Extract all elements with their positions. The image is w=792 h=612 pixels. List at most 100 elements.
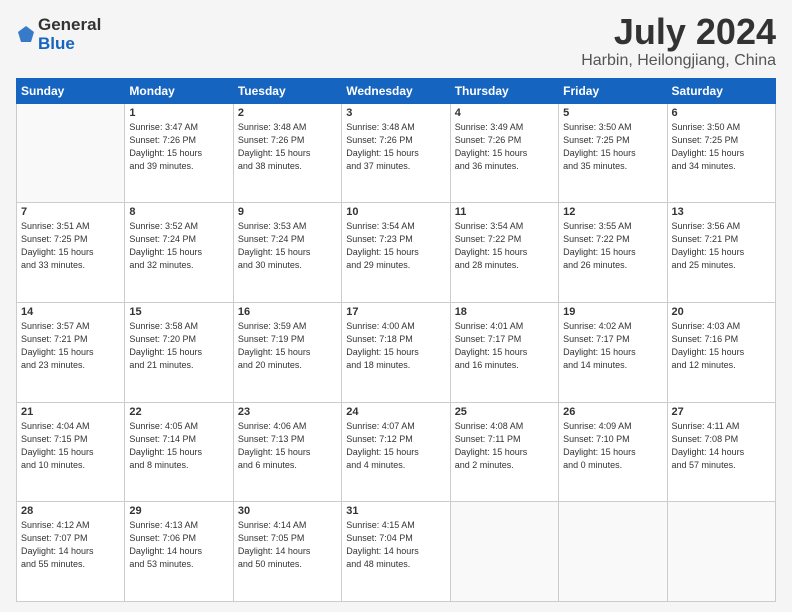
calendar-cell: 30 Sunrise: 4:14 AMSunset: 7:05 PMDayligh… — [233, 502, 341, 602]
weekday-header-monday: Monday — [125, 78, 233, 103]
calendar-cell: 10 Sunrise: 3:54 AMSunset: 7:23 PMDayligh… — [342, 203, 450, 303]
calendar-cell: 28 Sunrise: 4:12 AMSunset: 7:07 PMDayligh… — [17, 502, 125, 602]
day-info: Sunrise: 4:11 AMSunset: 7:08 PMDaylight:… — [672, 420, 771, 472]
calendar-cell: 3 Sunrise: 3:48 AMSunset: 7:26 PMDaylight… — [342, 103, 450, 203]
calendar-cell: 8 Sunrise: 3:52 AMSunset: 7:24 PMDaylight… — [125, 203, 233, 303]
day-number: 13 — [672, 206, 771, 218]
calendar-cell — [667, 502, 775, 602]
day-info: Sunrise: 4:01 AMSunset: 7:17 PMDaylight:… — [455, 320, 554, 372]
day-info: Sunrise: 3:48 AMSunset: 7:26 PMDaylight:… — [346, 121, 445, 173]
calendar-cell: 7Sunrise: 3:51 AMSunset: 7:25 PMDaylight… — [17, 203, 125, 303]
logo-general: General — [38, 16, 101, 35]
day-info: Sunrise: 4:04 AMSunset: 7:15 PMDaylight:… — [21, 420, 120, 472]
week-row-1: 1Sunrise: 3:47 AMSunset: 7:26 PMDaylight… — [17, 103, 776, 203]
weekday-header-friday: Friday — [559, 78, 667, 103]
day-number: 6 — [672, 107, 771, 119]
day-number: 10 — [346, 206, 445, 218]
calendar-cell: 2Sunrise: 3:48 AMSunset: 7:26 PMDaylight… — [233, 103, 341, 203]
day-info: Sunrise: 4:08 AMSunset: 7:11 PMDaylight:… — [455, 420, 554, 472]
day-info: Sunrise: 4:06 AMSunset: 7:13 PMDaylight:… — [238, 420, 337, 472]
calendar-cell: 29 Sunrise: 4:13 AMSunset: 7:06 PMDayligh… — [125, 502, 233, 602]
day-info: Sunrise: 3:49 AMSunset: 7:26 PMDaylight:… — [455, 121, 554, 173]
calendar-cell: 16 Sunrise: 3:59 AMSunset: 7:19 PMDayligh… — [233, 302, 341, 402]
week-row-3: 14 Sunrise: 3:57 AMSunset: 7:21 PMDayligh… — [17, 302, 776, 402]
calendar-cell: 26 Sunrise: 4:09 AMSunset: 7:10 PMDayligh… — [559, 402, 667, 502]
day-number: 18 — [455, 306, 554, 318]
day-number: 23 — [238, 406, 337, 418]
calendar-cell: 4 Sunrise: 3:49 AMSunset: 7:26 PMDaylight… — [450, 103, 558, 203]
week-row-4: 21 Sunrise: 4:04 AMSunset: 7:15 PMDayligh… — [17, 402, 776, 502]
day-number: 14 — [21, 306, 120, 318]
day-number: 21 — [21, 406, 120, 418]
day-number: 8 — [129, 206, 228, 218]
calendar-cell: 5 Sunrise: 3:50 AMSunset: 7:25 PMDaylight… — [559, 103, 667, 203]
day-number: 31 — [346, 505, 445, 517]
day-info: Sunrise: 3:54 AMSunset: 7:22 PMDaylight:… — [455, 220, 554, 272]
week-row-5: 28 Sunrise: 4:12 AMSunset: 7:07 PMDayligh… — [17, 502, 776, 602]
day-info: Sunrise: 4:05 AMSunset: 7:14 PMDaylight:… — [129, 420, 228, 472]
day-number: 3 — [346, 107, 445, 119]
calendar-cell: 20Sunrise: 4:03 AMSunset: 7:16 PMDayligh… — [667, 302, 775, 402]
day-info: Sunrise: 3:59 AMSunset: 7:19 PMDaylight:… — [238, 320, 337, 372]
day-info: Sunrise: 4:14 AMSunset: 7:05 PMDaylight:… — [238, 519, 337, 571]
day-info: Sunrise: 4:02 AMSunset: 7:17 PMDaylight:… — [563, 320, 662, 372]
calendar-cell: 17 Sunrise: 4:00 AMSunset: 7:18 PMDayligh… — [342, 302, 450, 402]
calendar-cell: 23 Sunrise: 4:06 AMSunset: 7:13 PMDayligh… — [233, 402, 341, 502]
location-title: Harbin, Heilongjiang, China — [581, 52, 776, 70]
calendar-cell: 27Sunrise: 4:11 AMSunset: 7:08 PMDayligh… — [667, 402, 775, 502]
calendar-cell — [450, 502, 558, 602]
day-info: Sunrise: 4:12 AMSunset: 7:07 PMDaylight:… — [21, 519, 120, 571]
day-number: 29 — [129, 505, 228, 517]
day-number: 11 — [455, 206, 554, 218]
calendar-cell: 31Sunrise: 4:15 AMSunset: 7:04 PMDayligh… — [342, 502, 450, 602]
calendar-page: General Blue July 2024 Harbin, Heilongji… — [0, 0, 792, 612]
day-info: Sunrise: 3:52 AMSunset: 7:24 PMDaylight:… — [129, 220, 228, 272]
calendar-cell: 12 Sunrise: 3:55 AMSunset: 7:22 PMDayligh… — [559, 203, 667, 303]
day-info: Sunrise: 3:50 AMSunset: 7:25 PMDaylight:… — [672, 121, 771, 173]
weekday-header-saturday: Saturday — [667, 78, 775, 103]
logo-blue: Blue — [38, 35, 101, 54]
calendar-cell: 9Sunrise: 3:53 AMSunset: 7:24 PMDaylight… — [233, 203, 341, 303]
day-info: Sunrise: 4:00 AMSunset: 7:18 PMDaylight:… — [346, 320, 445, 372]
day-info: Sunrise: 3:47 AMSunset: 7:26 PMDaylight:… — [129, 121, 228, 173]
day-info: Sunrise: 3:54 AMSunset: 7:23 PMDaylight:… — [346, 220, 445, 272]
day-number: 2 — [238, 107, 337, 119]
day-info: Sunrise: 4:03 AMSunset: 7:16 PMDaylight:… — [672, 320, 771, 372]
day-info: Sunrise: 3:56 AMSunset: 7:21 PMDaylight:… — [672, 220, 771, 272]
weekday-header-sunday: Sunday — [17, 78, 125, 103]
calendar-cell: 11 Sunrise: 3:54 AMSunset: 7:22 PMDayligh… — [450, 203, 558, 303]
calendar-cell — [17, 103, 125, 203]
calendar-cell: 25 Sunrise: 4:08 AMSunset: 7:11 PMDayligh… — [450, 402, 558, 502]
calendar-cell — [559, 502, 667, 602]
day-number: 24 — [346, 406, 445, 418]
weekday-header-thursday: Thursday — [450, 78, 558, 103]
day-number: 4 — [455, 107, 554, 119]
day-info: Sunrise: 3:55 AMSunset: 7:22 PMDaylight:… — [563, 220, 662, 272]
day-info: Sunrise: 4:07 AMSunset: 7:12 PMDaylight:… — [346, 420, 445, 472]
day-info: Sunrise: 3:50 AMSunset: 7:25 PMDaylight:… — [563, 121, 662, 173]
day-number: 5 — [563, 107, 662, 119]
calendar-cell: 15Sunrise: 3:58 AMSunset: 7:20 PMDayligh… — [125, 302, 233, 402]
day-info: Sunrise: 3:57 AMSunset: 7:21 PMDaylight:… — [21, 320, 120, 372]
day-info: Sunrise: 3:51 AMSunset: 7:25 PMDaylight:… — [21, 220, 120, 272]
calendar-cell: 18 Sunrise: 4:01 AMSunset: 7:17 PMDayligh… — [450, 302, 558, 402]
day-info: Sunrise: 4:13 AMSunset: 7:06 PMDaylight:… — [129, 519, 228, 571]
day-number: 25 — [455, 406, 554, 418]
day-number: 28 — [21, 505, 120, 517]
calendar-cell: 21 Sunrise: 4:04 AMSunset: 7:15 PMDayligh… — [17, 402, 125, 502]
day-number: 12 — [563, 206, 662, 218]
weekday-header-row: SundayMondayTuesdayWednesdayThursdayFrid… — [17, 78, 776, 103]
day-number: 30 — [238, 505, 337, 517]
weekday-header-tuesday: Tuesday — [233, 78, 341, 103]
calendar-cell: 22 Sunrise: 4:05 AMSunset: 7:14 PMDayligh… — [125, 402, 233, 502]
day-info: Sunrise: 4:09 AMSunset: 7:10 PMDaylight:… — [563, 420, 662, 472]
calendar-cell: 1Sunrise: 3:47 AMSunset: 7:26 PMDaylight… — [125, 103, 233, 203]
calendar-cell: 13 Sunrise: 3:56 AMSunset: 7:21 PMDayligh… — [667, 203, 775, 303]
logo: General Blue — [16, 16, 101, 53]
day-number: 17 — [346, 306, 445, 318]
calendar-cell: 6 Sunrise: 3:50 AMSunset: 7:25 PMDaylight… — [667, 103, 775, 203]
day-number: 16 — [238, 306, 337, 318]
day-number: 22 — [129, 406, 228, 418]
day-number: 26 — [563, 406, 662, 418]
day-number: 15 — [129, 306, 228, 318]
